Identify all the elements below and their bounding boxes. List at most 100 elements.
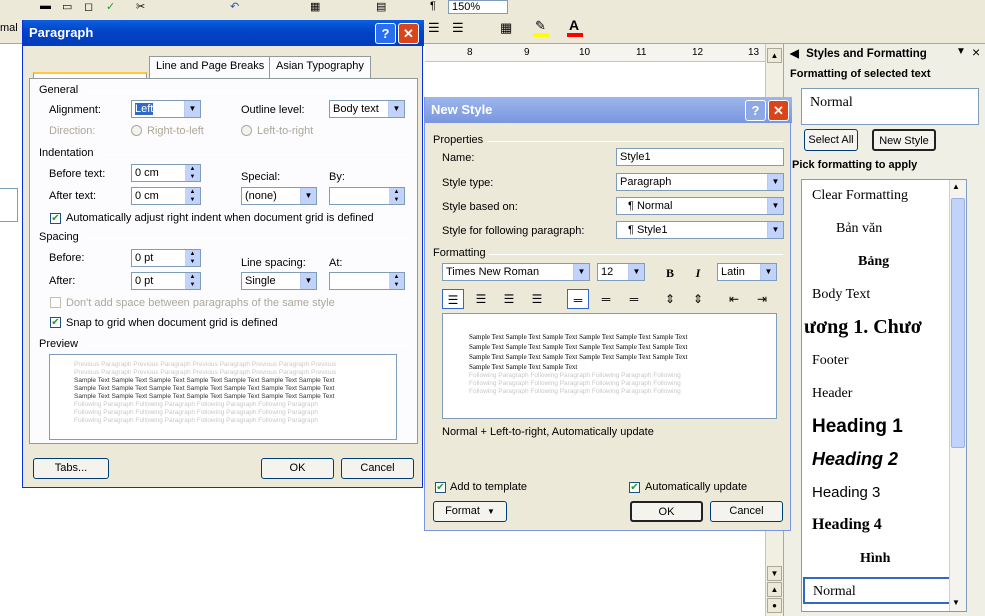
align-right-icon[interactable]: ☰ (498, 289, 520, 309)
add-to-template-checkbox[interactable]: ✔ (435, 482, 446, 493)
spinner-arrows-icon[interactable]: ▲ ▼ (389, 273, 404, 289)
scroll-thumb[interactable] (951, 198, 965, 448)
style-item-clear-formatting[interactable]: Clear Formatting (812, 188, 948, 204)
scroll-up-icon[interactable]: ▲ (767, 48, 782, 63)
chevron-down-icon[interactable]: ▼ (760, 264, 776, 280)
style-list-scrollbar[interactable]: ▲ ▼ (949, 180, 966, 611)
rtl-radio[interactable] (131, 125, 142, 136)
borders-icon[interactable]: ▦ (500, 20, 512, 36)
style-item-hinh[interactable]: Hình (812, 551, 948, 567)
undo-icon[interactable]: ↶ (230, 0, 248, 13)
back-icon[interactable]: ◀ (790, 48, 799, 60)
next-page-icon[interactable]: ● (767, 598, 782, 613)
style-item-ban-van[interactable]: Bản văn (812, 221, 948, 237)
close-icon[interactable]: ✕ (398, 23, 419, 44)
special-select[interactable]: (none) ▼ (241, 187, 317, 205)
style-type-select[interactable]: Paragraph ▼ (616, 173, 784, 191)
previous-page-icon[interactable]: ▲ (767, 582, 782, 597)
tab-line-and-page-breaks[interactable]: Line and Page Breaks (149, 56, 272, 78)
paragraph-title-bar[interactable]: Paragraph (23, 20, 424, 46)
chevron-down-icon[interactable]: ▼ (388, 101, 404, 117)
cut-icon[interactable]: ✂ (136, 0, 154, 13)
space-before-icon[interactable]: ⇕ (659, 289, 681, 309)
save-icon[interactable]: ▬ (40, 0, 58, 12)
ok-button[interactable]: OK (261, 458, 334, 479)
spinner-arrows-icon[interactable]: ▲ ▼ (185, 165, 200, 181)
after-text-spinner[interactable]: 0 cm ▲ ▼ (131, 187, 201, 205)
horizontal-ruler[interactable]: 8 9 10 11 12 13 (425, 44, 765, 62)
increase-indent-icon[interactable]: ⇥ (751, 289, 773, 309)
following-select[interactable]: ¶ Style1 ▼ (616, 221, 784, 239)
tab-asian-typography[interactable]: Asian Typography (269, 56, 371, 78)
style-list[interactable]: Clear Formatting Bản văn ¶ Bảng ¶ Body T… (801, 179, 967, 612)
align-center-icon[interactable]: ☰ (470, 289, 492, 309)
before-text-spinner[interactable]: 0 cm ▲ ▼ (131, 164, 201, 182)
single-spacing-icon[interactable]: ═ (567, 289, 589, 309)
columns-icon[interactable]: ▤ (376, 0, 394, 13)
help-icon[interactable]: ? (375, 23, 396, 44)
cancel-button[interactable]: Cancel (710, 501, 783, 522)
snap-to-grid-checkbox[interactable]: ✔ (50, 317, 61, 328)
selected-formatting-box[interactable]: Normal (801, 88, 979, 125)
size-select[interactable]: 12 ▼ (597, 263, 645, 281)
close-icon[interactable]: × (972, 44, 980, 60)
font-select[interactable]: Times New Roman ▼ (442, 263, 590, 281)
show-hide-icon[interactable]: ¶ (430, 0, 436, 12)
italic-button[interactable]: I (687, 263, 709, 283)
highlight-icon[interactable]: ✎ (535, 18, 546, 34)
alignment-select[interactable]: Left ▼ (131, 100, 201, 118)
justify-icon[interactable]: ☰ (526, 289, 548, 309)
spinner-arrows-icon[interactable]: ▲ ▼ (185, 273, 200, 289)
spinner-arrows-icon[interactable]: ▲ ▼ (185, 250, 200, 266)
new-style-button[interactable]: New Style (872, 129, 936, 151)
spelling-icon[interactable]: ✓ (106, 0, 124, 13)
dropdown-icon[interactable]: ▼ (956, 46, 966, 57)
dont-add-space-checkbox[interactable] (50, 297, 61, 308)
ok-button[interactable]: OK (630, 501, 703, 522)
format-button[interactable]: Format ▼ (433, 501, 507, 522)
align-left-icon[interactable]: ☰ (442, 289, 464, 309)
chevron-down-icon[interactable]: ▼ (628, 264, 644, 280)
font-color-icon[interactable]: A (569, 17, 579, 33)
line-spacing-select[interactable]: Single ▼ (241, 272, 317, 290)
print-icon[interactable]: ▭ (62, 0, 80, 13)
style-item-heading-3[interactable]: Heading 3 (812, 484, 948, 501)
script-select[interactable]: Latin ▼ (717, 263, 777, 281)
chevron-down-icon[interactable]: ▼ (767, 174, 783, 190)
chevron-down-icon[interactable]: ▼ (184, 101, 200, 117)
zoom-box[interactable]: 150% (448, 0, 508, 14)
style-item-body-text[interactable]: Body Text (812, 287, 948, 303)
by-spinner[interactable]: ▲ ▼ (329, 187, 405, 205)
after-spinner[interactable]: 0 pt ▲ ▼ (131, 272, 201, 290)
chevron-down-icon[interactable]: ▼ (573, 264, 589, 280)
increase-indent-icon[interactable]: ☰ (452, 20, 464, 36)
style-item-heading-1[interactable]: Heading 1 (812, 416, 948, 438)
style-item-bang[interactable]: Bảng (812, 254, 948, 270)
space-after-icon[interactable]: ⇕ (687, 289, 709, 309)
style-item-heading-2[interactable]: Heading 2 (812, 449, 948, 470)
bold-button[interactable]: B (659, 263, 681, 283)
print-preview-icon[interactable]: ◻ (84, 0, 102, 13)
style-item-header[interactable]: Header (812, 386, 948, 402)
style-item-heading-4[interactable]: Heading 4 (812, 516, 948, 534)
new-style-title-bar[interactable]: New Style (425, 97, 792, 123)
spinner-arrows-icon[interactable]: ▲ ▼ (389, 188, 404, 204)
auto-update-checkbox[interactable]: ✔ (629, 482, 640, 493)
chevron-down-icon[interactable]: ▼ (767, 222, 783, 238)
style-name-field[interactable]: Style1 (616, 148, 784, 166)
chevron-down-icon[interactable]: ▼ (300, 273, 316, 289)
at-spinner[interactable]: ▲ ▼ (329, 272, 405, 290)
style-item-normal[interactable]: Normal (803, 577, 958, 604)
select-all-button[interactable]: Select All (804, 129, 858, 151)
one-half-spacing-icon[interactable]: ═ (595, 289, 617, 309)
decrease-indent-icon[interactable]: ☰ (428, 20, 440, 36)
scroll-down-icon[interactable]: ▼ (767, 566, 782, 581)
cancel-button[interactable]: Cancel (341, 458, 414, 479)
spinner-arrows-icon[interactable]: ▲ ▼ (185, 188, 200, 204)
ltr-radio[interactable] (241, 125, 252, 136)
based-on-select[interactable]: ¶ Normal ▼ (616, 197, 784, 215)
style-box-text[interactable]: mal (0, 22, 18, 34)
close-icon[interactable]: ✕ (768, 100, 789, 121)
before-spinner[interactable]: 0 pt ▲ ▼ (131, 249, 201, 267)
decrease-indent-icon[interactable]: ⇤ (723, 289, 745, 309)
